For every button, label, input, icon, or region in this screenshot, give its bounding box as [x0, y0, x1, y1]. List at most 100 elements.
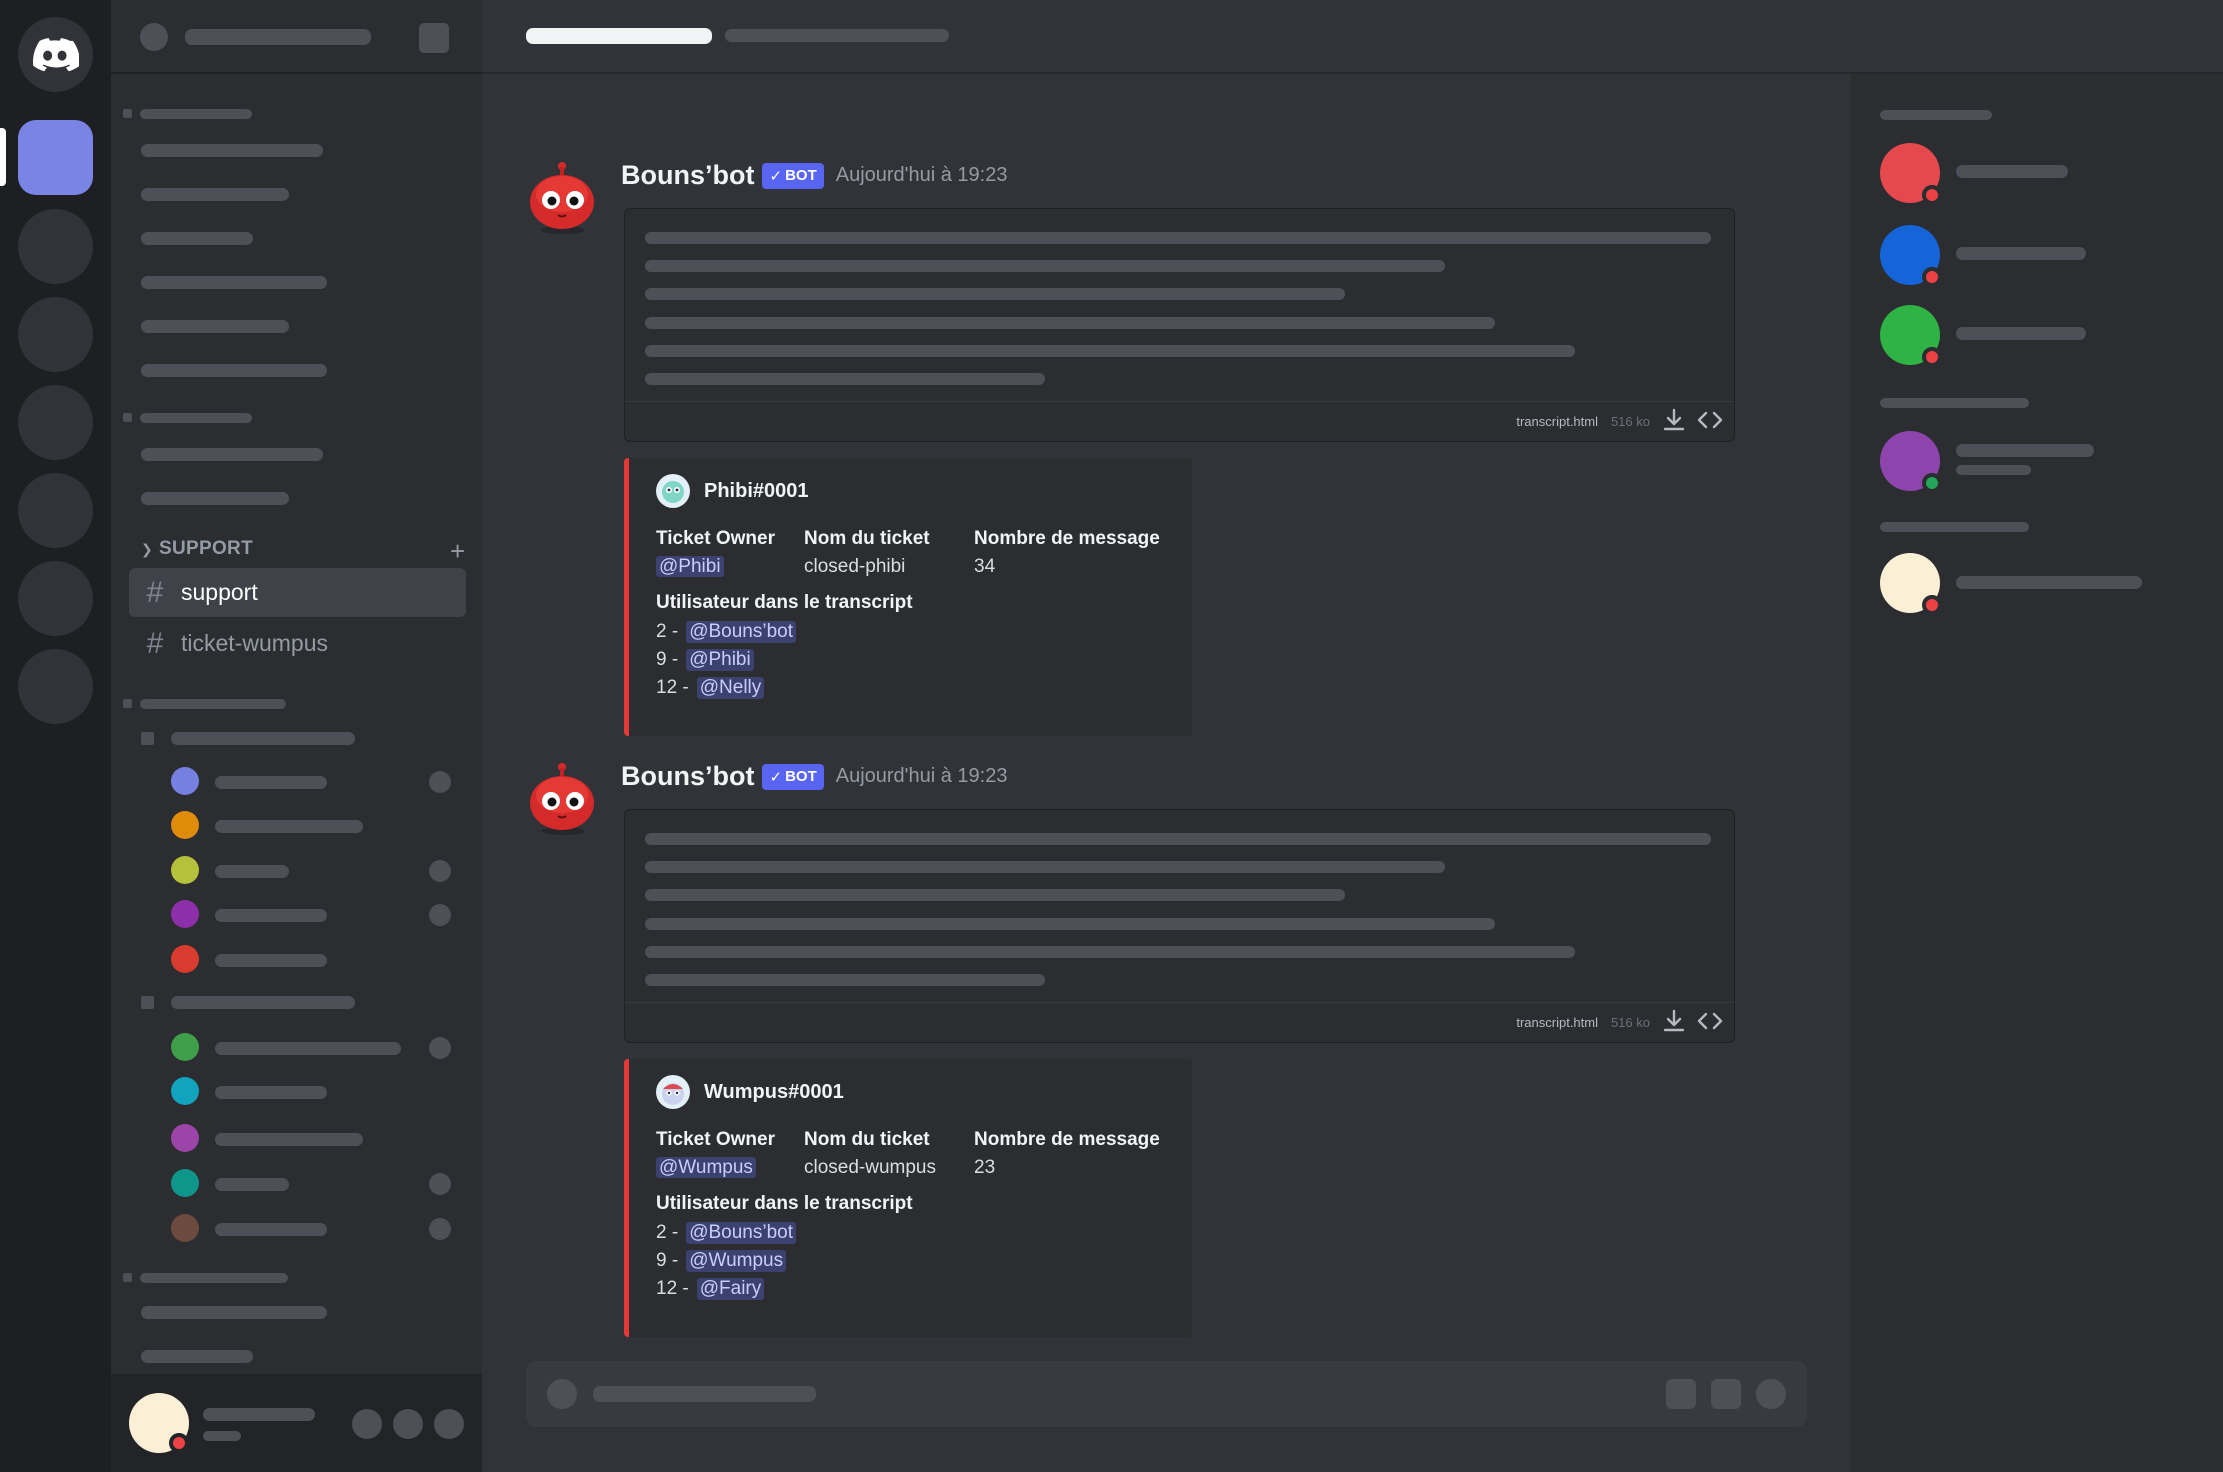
user-mention[interactable]: @Wumpus [656, 1157, 756, 1178]
voice-user-avatar[interactable] [171, 900, 199, 928]
add-attachment-icon[interactable] [547, 1379, 577, 1409]
user-mention[interactable]: @Fairy [696, 1278, 765, 1300]
voice-user-avatar[interactable] [171, 811, 199, 839]
user-mention[interactable]: @Phibi [686, 649, 754, 671]
download-icon[interactable] [1660, 406, 1688, 434]
file-attachment-preview[interactable]: transcript.html 516 ko [624, 208, 1735, 442]
attachment-filename[interactable]: transcript.html [1516, 414, 1598, 429]
add-channel-icon[interactable]: + [450, 536, 465, 567]
voice-user-avatar[interactable] [171, 767, 199, 795]
channel-placeholder[interactable] [141, 232, 253, 245]
channel-placeholder[interactable] [141, 320, 289, 333]
channel-placeholder[interactable] [141, 492, 289, 505]
member-name-placeholder[interactable] [1956, 327, 2086, 340]
category-collapse-icon[interactable] [123, 413, 132, 422]
embed-author-avatar[interactable] [656, 1075, 690, 1109]
user-mention[interactable]: @Nelly [696, 677, 765, 699]
voice-user-placeholder[interactable] [215, 954, 327, 967]
category-placeholder[interactable] [140, 699, 286, 709]
discord-logo-icon [32, 37, 79, 71]
voice-user-placeholder[interactable] [215, 1042, 401, 1055]
voice-user-placeholder[interactable] [215, 1086, 327, 1099]
channel-support[interactable]: # support [129, 568, 466, 617]
bot-avatar[interactable] [525, 761, 600, 836]
gear-icon[interactable] [434, 1409, 464, 1439]
category-collapse-icon[interactable] [123, 699, 132, 708]
server-icon[interactable] [18, 473, 93, 548]
user-mention[interactable]: @Bouns’bot [686, 621, 796, 643]
field-ticket-name: Nom du ticket closed-wumpus [804, 1129, 936, 1179]
voice-user-placeholder[interactable] [215, 1178, 289, 1191]
channel-placeholder[interactable] [141, 276, 327, 289]
channel-placeholder[interactable] [141, 188, 289, 201]
user-mention[interactable]: @Phibi [656, 556, 724, 577]
author-name[interactable]: Bouns’bot [621, 160, 754, 191]
voice-user-placeholder[interactable] [215, 1223, 327, 1236]
voice-user-placeholder[interactable] [215, 776, 327, 789]
category-collapse-icon[interactable] [123, 109, 132, 118]
gif-icon[interactable] [1711, 1379, 1741, 1409]
author-name[interactable]: Bouns’bot [621, 761, 754, 792]
voice-user-avatar[interactable] [171, 1077, 199, 1105]
embed-author: Wumpus#0001 [656, 1075, 844, 1109]
member-name-placeholder[interactable] [1956, 165, 2068, 178]
field-value: closed-phibi [804, 556, 906, 577]
voice-user-placeholder[interactable] [215, 865, 289, 878]
channel-ticket-wumpus[interactable]: # ticket-wumpus [129, 619, 466, 668]
voice-channel-placeholder[interactable] [171, 732, 355, 745]
server-icon-active[interactable] [18, 120, 93, 195]
category-collapse-icon[interactable] [123, 1273, 132, 1282]
server-icon[interactable] [18, 209, 93, 284]
field-label: Utilisateur dans le transcript [656, 592, 913, 613]
voice-user-avatar[interactable] [171, 856, 199, 884]
code-icon[interactable] [1696, 1007, 1724, 1035]
member-name-placeholder[interactable] [1956, 444, 2094, 457]
message-input[interactable] [526, 1361, 1807, 1427]
mic-icon[interactable] [352, 1409, 382, 1439]
channel-placeholder[interactable] [141, 1306, 327, 1319]
attachment-filename[interactable]: transcript.html [1516, 1015, 1598, 1030]
preview-line [645, 345, 1575, 357]
voice-user-avatar[interactable] [171, 945, 199, 973]
member-name-placeholder[interactable] [1956, 576, 2142, 589]
voice-user-avatar[interactable] [171, 1169, 199, 1197]
code-icon[interactable] [1696, 406, 1724, 434]
user-mention[interactable]: @Wumpus [686, 1250, 787, 1272]
headphones-icon[interactable] [393, 1409, 423, 1439]
server-icon[interactable] [18, 297, 93, 372]
category-support[interactable]: ❯ SUPPORT [141, 538, 253, 560]
category-placeholder[interactable] [140, 1273, 288, 1283]
embed-author-avatar[interactable] [656, 474, 690, 508]
voice-user-avatar[interactable] [171, 1124, 199, 1152]
voice-user-avatar[interactable] [171, 1033, 199, 1061]
server-icon[interactable] [18, 649, 93, 724]
field-ticket-owner: Ticket Owner @Wumpus [656, 1129, 775, 1179]
discord-home-button[interactable] [18, 17, 93, 92]
channel-placeholder[interactable] [141, 364, 327, 377]
voice-user-avatar[interactable] [171, 1214, 199, 1242]
user-mention[interactable]: @Bouns’bot [686, 1222, 796, 1244]
voice-user-placeholder[interactable] [215, 1133, 363, 1146]
emoji-icon[interactable] [1756, 1379, 1786, 1409]
voice-user-placeholder[interactable] [215, 909, 327, 922]
server-icon[interactable] [18, 385, 93, 460]
status-dnd-icon [1922, 185, 1942, 205]
file-attachment-preview[interactable]: transcript.html 516 ko [624, 809, 1735, 1043]
voice-status-icon [429, 1037, 451, 1059]
voice-user-placeholder[interactable] [215, 820, 363, 833]
channel-placeholder[interactable] [141, 448, 323, 461]
category-placeholder[interactable] [140, 413, 252, 423]
voice-channel-placeholder[interactable] [171, 996, 355, 1009]
channel-placeholder[interactable] [141, 1350, 253, 1363]
server-icon[interactable] [18, 561, 93, 636]
server-menu-icon[interactable] [419, 23, 449, 53]
server-header[interactable] [111, 0, 482, 74]
channel-placeholder[interactable] [141, 144, 323, 157]
member-name-placeholder[interactable] [1956, 247, 2086, 260]
bot-avatar[interactable] [525, 160, 600, 235]
channel-sidebar: ❯ SUPPORT + # support # ticket-wumpus [111, 0, 482, 1472]
voice-status-icon [429, 904, 451, 926]
gift-icon[interactable] [1666, 1379, 1696, 1409]
category-placeholder[interactable] [140, 109, 252, 119]
download-icon[interactable] [1660, 1007, 1688, 1035]
